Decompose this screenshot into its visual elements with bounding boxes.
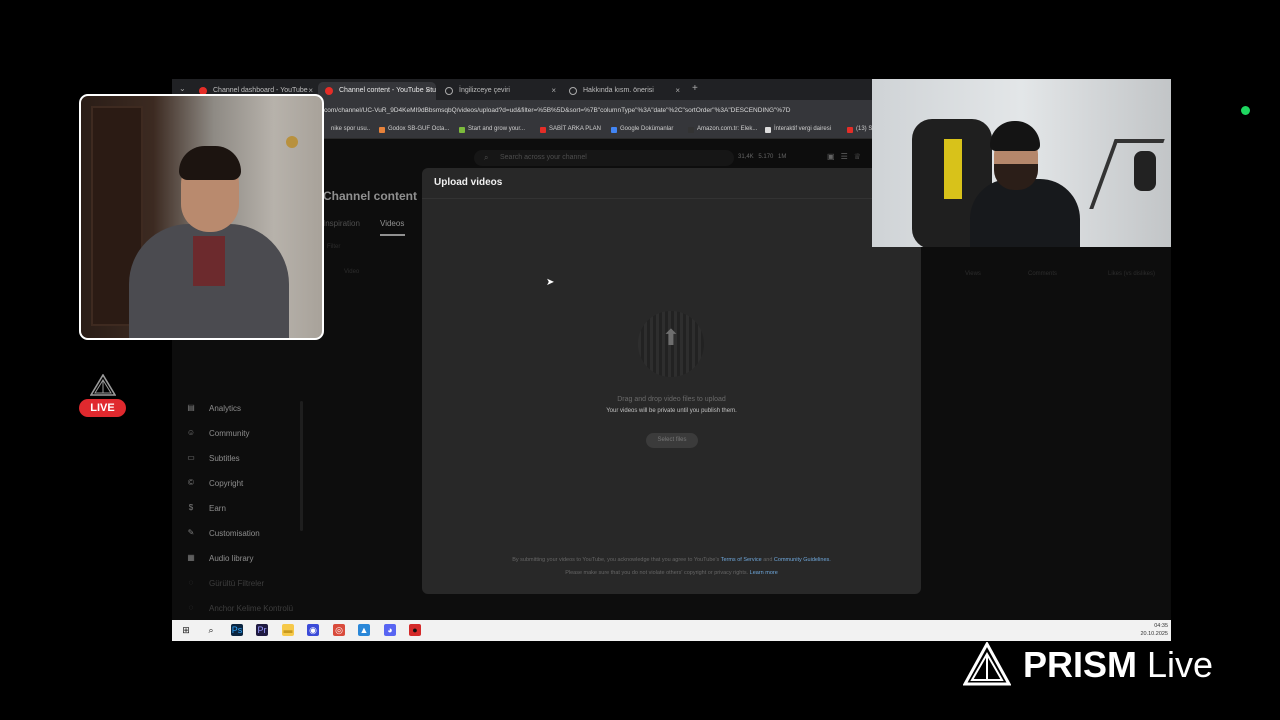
tab-label: Channel content - YouTube Stu xyxy=(339,87,437,94)
legal-notice-line1: By submitting your videos to YouTube, yo… xyxy=(512,557,831,563)
upload-dialog: Upload videos ⬆ Drag and drop video file… xyxy=(422,168,921,594)
bookmark-item[interactable]: SABİT ARKA PLAN xyxy=(540,126,601,133)
search-icon[interactable]: ⌕ xyxy=(205,624,217,636)
bookmark-item[interactable]: İnteraktif vergi dairesi xyxy=(765,126,831,133)
tab-label: Hakkında kısm. önerisi xyxy=(583,87,654,94)
mouse-cursor-icon: ➤ xyxy=(546,277,555,288)
microphone xyxy=(1134,151,1156,191)
bookmark-item[interactable]: Godox SB-GUF Octa... xyxy=(379,126,449,133)
private-notice: Your videos will be private until you pu… xyxy=(606,408,737,414)
drag-drop-text: Drag and drop video files to upload xyxy=(617,396,726,403)
door-handle xyxy=(286,136,298,148)
tab-label: Channel dashboard - YouTube xyxy=(213,87,308,94)
live-badge: LIVE xyxy=(79,399,126,417)
bookmark-item[interactable]: Start and grow your... xyxy=(459,126,525,133)
youtube-favicon-icon xyxy=(325,87,333,95)
chrome-icon[interactable]: ◎ xyxy=(333,624,345,636)
upload-dialog-title: Upload videos xyxy=(434,177,503,188)
new-tab-button[interactable]: + xyxy=(692,83,698,94)
legal-notice-line2: Please make sure that you do not violate… xyxy=(565,570,778,576)
prism-live-logo-icon xyxy=(963,642,1011,686)
close-tab-icon[interactable]: × xyxy=(425,82,430,100)
prism-live-wordmark: PRISM Live xyxy=(1023,644,1214,685)
globe-favicon-icon xyxy=(569,87,577,95)
person-body xyxy=(970,179,1080,247)
status-indicator xyxy=(1241,106,1250,115)
upload-drop-zone[interactable]: ⬆ xyxy=(638,311,704,377)
person-shirt xyxy=(193,236,225,286)
bookmark-favicon-icon xyxy=(540,127,546,133)
bookmark-item[interactable]: nike spor usu.. xyxy=(322,126,370,132)
game-icon[interactable]: ◉ xyxy=(307,624,319,636)
terms-of-service-link[interactable]: Terms of Service xyxy=(721,557,762,563)
close-tab-icon[interactable]: × xyxy=(551,82,556,100)
prism-logo-icon xyxy=(90,374,116,396)
prism-app-icon[interactable]: ● xyxy=(409,624,421,636)
premiere-icon[interactable]: Pr xyxy=(256,624,268,636)
learn-more-link[interactable]: Learn more xyxy=(750,570,778,576)
globe-favicon-icon xyxy=(445,87,453,95)
file-explorer-icon[interactable]: ▬ xyxy=(282,624,294,636)
close-tab-icon[interactable]: × xyxy=(675,82,680,100)
url-text[interactable]: com/channel/UC-VuR_9D4KeMI9dBbsmsqbQ/vid… xyxy=(324,107,790,114)
community-guidelines-link[interactable]: Community Guidelines. xyxy=(774,557,831,563)
discord-icon[interactable]: ◕ xyxy=(384,624,396,636)
tab-label: İngilizceye çeviri xyxy=(459,87,510,94)
webcam-overlay-host xyxy=(872,79,1171,247)
bookmark-favicon-icon xyxy=(379,127,385,133)
bookmark-favicon-icon xyxy=(847,127,853,133)
bookmark-favicon-icon xyxy=(688,127,694,133)
bookmark-item[interactable]: (13) S xyxy=(847,126,872,133)
person-hair xyxy=(990,121,1040,151)
upload-arrow-icon: ⬆ xyxy=(661,325,681,350)
tab-translate[interactable]: İngilizceye çeviri × xyxy=(438,82,562,100)
tab-search-chevron-icon[interactable]: ⌄ xyxy=(179,84,186,93)
bookmark-item[interactable]: Google Dokümanlar xyxy=(611,126,673,133)
photos-icon[interactable]: ▲ xyxy=(358,624,370,636)
divider xyxy=(422,198,921,199)
taskbar-clock[interactable]: 04:35 20.10.2025 xyxy=(1140,622,1168,638)
chair-stripe xyxy=(944,139,962,199)
person-hair xyxy=(179,146,241,180)
select-files-button[interactable]: Select files xyxy=(646,433,698,448)
tab-about-section[interactable]: Hakkında kısm. önerisi × xyxy=(562,82,686,100)
photoshop-icon[interactable]: Ps xyxy=(231,624,243,636)
windows-taskbar: 04:35 20.10.2025 ⊞ ⌕ Ps Pr ▬ ◉ ◎ ▲ ◕ ● xyxy=(172,620,1171,641)
bookmark-favicon-icon xyxy=(611,127,617,133)
bookmark-favicon-icon xyxy=(459,127,465,133)
bookmark-item[interactable]: Amazon.com.tr: Elek... xyxy=(688,126,757,133)
webcam-overlay-guest xyxy=(79,94,324,340)
stream-canvas: ⌄ Channel dashboard - YouTube × Channel … xyxy=(0,0,1280,720)
tab-channel-content[interactable]: Channel content - YouTube Stu × xyxy=(318,82,436,100)
windows-start-icon[interactable]: ⊞ xyxy=(180,624,192,636)
bookmark-favicon-icon xyxy=(765,127,771,133)
